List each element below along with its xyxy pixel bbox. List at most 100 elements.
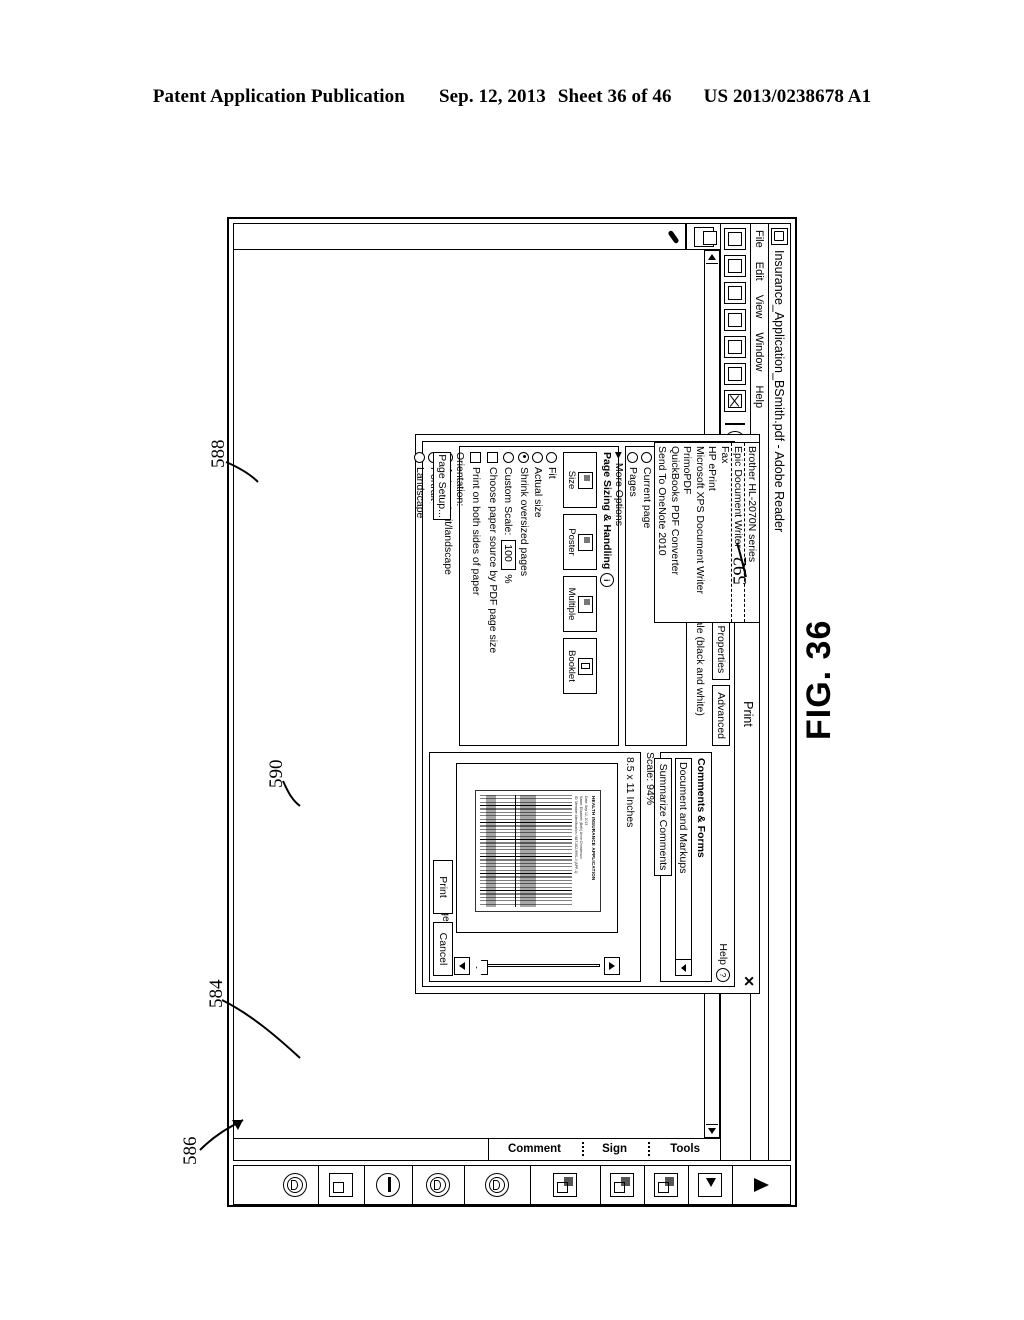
- booklet-button[interactable]: Booklet: [563, 638, 597, 694]
- preview-document-thumbnail: HEALTH INSURANCE APPLICATION Date: Sep 1…: [475, 790, 601, 912]
- menu-item-view[interactable]: View: [754, 295, 766, 319]
- photo-editor-taskbar-icon: [610, 1173, 635, 1197]
- menu-item-file[interactable]: File: [754, 230, 766, 248]
- cancel-button[interactable]: Cancel: [433, 922, 453, 976]
- pages-option-current[interactable]: Current page: [641, 452, 653, 740]
- print-dialog-body: Printer: Epic Document Writer Properties…: [414, 441, 760, 987]
- orientation-label: Orientation:: [454, 452, 466, 507]
- callout-592: 592: [730, 556, 751, 586]
- menu-item-help[interactable]: Help: [754, 385, 766, 408]
- callout-590: 590: [266, 759, 287, 789]
- sign-hand-icon[interactable]: [724, 309, 747, 331]
- figure-label: FIG. 36: [800, 619, 838, 740]
- scroll-left-arrow-icon[interactable]: [706, 251, 718, 264]
- network-taskbar-icon: [283, 1173, 307, 1197]
- advanced-button[interactable]: Advanced: [712, 685, 730, 746]
- taskbar-item-image-viewer[interactable]: [530, 1166, 600, 1204]
- taskbar-item-acrobat[interactable]: [732, 1166, 790, 1204]
- tab-comment[interactable]: Comment: [494, 1138, 574, 1160]
- taskbar-item-music[interactable]: [412, 1166, 464, 1204]
- taskbar-item-browser[interactable]: [464, 1166, 530, 1204]
- printer-item-5[interactable]: PrimoPDF: [681, 443, 694, 622]
- sizing-option-fit-label: Fit: [546, 467, 558, 479]
- patent-page-header: Patent Application Publication Sep. 12, 2…: [0, 86, 1024, 108]
- taskbar-item-network[interactable]: [272, 1166, 318, 1204]
- printer-item-0[interactable]: Brother HL-2070N series: [746, 443, 758, 622]
- radio-dot: [518, 452, 530, 463]
- radio-dot: [546, 452, 558, 463]
- publication-label: Patent Application Publication: [152, 86, 405, 107]
- print-preview-column: Help ? Comments & Forms Document and Mar…: [427, 752, 730, 982]
- comments-and-forms-select[interactable]: Document and Markups: [675, 758, 692, 976]
- print-icon[interactable]: [724, 363, 747, 385]
- properties-button[interactable]: Properties: [712, 618, 730, 681]
- sizing-option-fit[interactable]: Fit: [546, 452, 558, 740]
- page-thumbnails-icon[interactable]: [694, 226, 714, 247]
- both-sides-checkbox[interactable]: Print on both sides of paper: [470, 452, 482, 740]
- multiple-button[interactable]: Multiple: [563, 576, 597, 632]
- size-button-label: Size: [566, 470, 578, 490]
- taskbar-item-photo-editor[interactable]: [600, 1166, 644, 1204]
- printer-dropdown-list[interactable]: Brother HL-2070N series Epic Document Wr…: [654, 442, 760, 623]
- acrobat-taskbar-icon: [750, 1174, 773, 1196]
- save-file-icon[interactable]: [724, 255, 747, 277]
- tab-sign[interactable]: Sign: [590, 1138, 640, 1160]
- pages-option-range[interactable]: Pages: [627, 452, 639, 740]
- poster-button[interactable]: Poster: [563, 514, 597, 570]
- sizing-option-actual-label: Actual size: [532, 467, 544, 518]
- sizing-option-actual[interactable]: Actual size: [532, 452, 544, 740]
- printer-item-7[interactable]: Send To OneNote 2010: [656, 443, 669, 622]
- chevron-down-icon[interactable]: [675, 959, 692, 975]
- print-dialog-actions: Print Cancel: [433, 860, 453, 976]
- email-icon[interactable]: [724, 282, 747, 304]
- printer-taskbar-icon: [376, 1173, 401, 1197]
- printer-item-3[interactable]: HP ePrint: [706, 443, 719, 622]
- radio-dot: [532, 452, 544, 463]
- taskbar-item-presentation[interactable]: [688, 1166, 732, 1204]
- printer-item-4[interactable]: Microsoft XPS Document Writer: [694, 443, 706, 622]
- preview-scroll-track[interactable]: [482, 964, 600, 967]
- paper-size-text: 8.5 x 11 Inches: [624, 757, 636, 828]
- page-layout-icon[interactable]: [724, 336, 747, 358]
- help-question-icon: ?: [716, 968, 730, 982]
- close-icon[interactable]: ✕: [741, 975, 757, 987]
- booklet-button-label: Booklet: [566, 650, 578, 682]
- open-file-icon[interactable]: [724, 228, 747, 250]
- summarize-comments-button[interactable]: Summarize Comments: [654, 758, 672, 876]
- tab-tools-label: Tools: [670, 1143, 700, 1155]
- paper-source-checkbox[interactable]: Choose paper source by PDF page size: [487, 452, 499, 740]
- preview-meta-line-3: ID: Member Identification / 887-382-9991…: [574, 796, 578, 874]
- printer-item-6[interactable]: QuickBooks PDF Converter: [669, 443, 681, 622]
- custom-scale-input[interactable]: 100: [501, 540, 516, 571]
- paper-source-checkbox-label: Choose paper source by PDF page size: [487, 467, 499, 654]
- page-setup-button[interactable]: Page Setup...: [433, 452, 451, 520]
- tab-tools[interactable]: Tools: [656, 1138, 714, 1160]
- sizing-option-shrink[interactable]: Shrink oversized pages: [518, 452, 530, 740]
- attachments-clip-icon[interactable]: [662, 228, 680, 246]
- preview-scroll-thumb[interactable]: [476, 960, 488, 975]
- envelope-x-icon[interactable]: [724, 390, 747, 412]
- sizing-option-custom[interactable]: Custom Scale: 100 %: [501, 452, 516, 740]
- menu-item-window[interactable]: Window: [754, 332, 766, 371]
- tab-divider-2: [582, 1142, 584, 1156]
- printer-item-1[interactable]: Epic Document Writer: [731, 443, 746, 622]
- callout-586: 586: [180, 1136, 201, 1166]
- taskbar-item-media[interactable]: [644, 1166, 688, 1204]
- custom-scale-value: 100: [502, 544, 515, 562]
- taskbar-item-printer[interactable]: [364, 1166, 412, 1204]
- preview-scroll-down-icon[interactable]: [454, 957, 470, 975]
- info-circle-icon[interactable]: i: [600, 573, 614, 588]
- poster-button-label: Poster: [566, 528, 578, 556]
- help-button[interactable]: Help ?: [716, 943, 730, 982]
- preview-scroll-up-icon[interactable]: [604, 957, 620, 975]
- print-button[interactable]: Print: [433, 860, 453, 914]
- menu-item-edit[interactable]: Edit: [754, 262, 766, 281]
- taskbar-item-notes[interactable]: [318, 1166, 364, 1204]
- patent-number: US 2013/0238678 A1: [703, 86, 872, 107]
- size-button[interactable]: Size: [563, 452, 597, 508]
- scroll-right-arrow-icon[interactable]: [706, 1124, 718, 1137]
- orientation-option-landscape[interactable]: Landscape: [414, 452, 426, 740]
- printer-item-2[interactable]: Fax: [719, 443, 731, 622]
- radio-dot: [641, 452, 653, 463]
- preview-scrollbar[interactable]: [454, 957, 620, 975]
